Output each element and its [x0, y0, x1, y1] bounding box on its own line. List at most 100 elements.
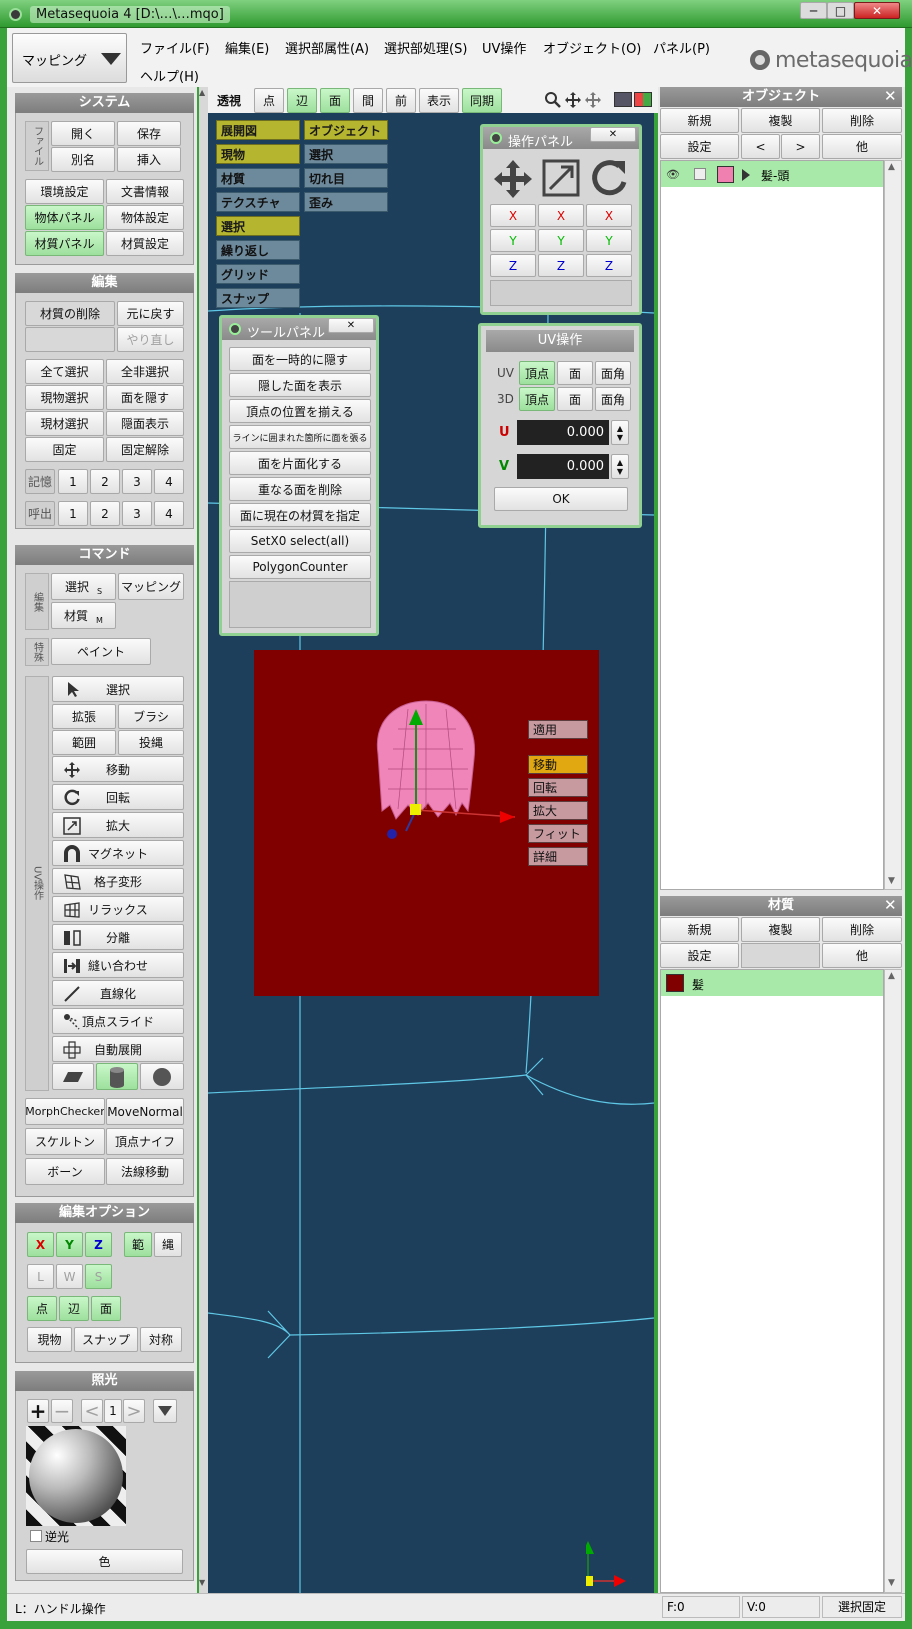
visibility-eye-icon[interactable]: 👁: [666, 168, 680, 181]
float-scale-button[interactable]: 拡大: [528, 801, 588, 820]
light-color-button[interactable]: 色: [26, 1549, 183, 1574]
mapping-command-button[interactable]: マッピング: [118, 573, 184, 600]
undo-button[interactable]: 元に戻す: [117, 301, 184, 326]
scroll-down-arrow[interactable]: ▼: [199, 1578, 205, 1587]
snap-toggle[interactable]: スナップ: [74, 1327, 138, 1352]
object-settings-button-right[interactable]: 設定: [660, 134, 739, 159]
tab-face[interactable]: 面: [320, 88, 350, 113]
material-settings-button[interactable]: 材質設定: [106, 231, 184, 256]
menu-item-uv[interactable]: UV操作: [482, 38, 526, 57]
env-settings-button[interactable]: 環境設定: [25, 179, 104, 204]
axis-y-toggle[interactable]: Y: [56, 1232, 83, 1257]
tool-hide-temp[interactable]: 面を一時的に隠す: [229, 347, 371, 371]
view-select[interactable]: 選択: [216, 216, 300, 236]
apply-button[interactable]: 適用: [528, 720, 588, 739]
tab-point[interactable]: 点: [254, 88, 284, 113]
tool-show-hidden[interactable]: 隠した面を表示: [229, 373, 371, 397]
memory-4-button[interactable]: 4: [154, 469, 184, 494]
current-object-toggle[interactable]: 現物: [27, 1327, 72, 1352]
uv-ok-button[interactable]: OK: [494, 487, 628, 511]
3d-corner-toggle[interactable]: 面角: [595, 387, 631, 411]
u-stepper[interactable]: ▲ ▼: [611, 420, 629, 445]
memory-2-button[interactable]: 2: [90, 469, 120, 494]
object-panel-close[interactable]: ✕: [884, 87, 897, 105]
object-other-button[interactable]: 他: [822, 134, 902, 159]
float-rotate-button[interactable]: 回転: [528, 778, 588, 797]
tool-single-side[interactable]: 面を片面化する: [229, 451, 371, 475]
paint-button[interactable]: ペイント: [51, 638, 151, 665]
brush-button[interactable]: ブラシ: [118, 704, 184, 729]
scale-button[interactable]: 拡大: [52, 812, 184, 838]
view-seam[interactable]: 切れ目: [304, 168, 388, 188]
memory-3-button[interactable]: 3: [122, 469, 152, 494]
tab-perspective[interactable]: 透視: [212, 88, 246, 113]
material-command-button[interactable]: 材質 M: [51, 602, 116, 629]
material-list-scrollbar[interactable]: [884, 969, 902, 1593]
menu-item-object[interactable]: オブジェクト(O): [543, 38, 641, 57]
menu-item-panel[interactable]: パネル(P): [653, 38, 710, 57]
recall-1-button[interactable]: 1: [58, 501, 88, 526]
auto-unwrap-button[interactable]: 自動展開: [52, 1036, 184, 1062]
uv-select-button[interactable]: 選択: [52, 676, 184, 702]
object-duplicate-button[interactable]: 複製: [741, 108, 820, 133]
tool-align-vertex[interactable]: 頂点の位置を揃える: [229, 399, 371, 423]
move-normal-button[interactable]: MoveNormal: [106, 1098, 184, 1125]
split-button[interactable]: 分離: [52, 924, 184, 950]
unfix-button[interactable]: 固定解除: [106, 437, 184, 462]
view-snap[interactable]: スナップ: [216, 288, 300, 308]
operation-panel-close[interactable]: ✕: [590, 127, 636, 142]
tool-setx0[interactable]: SetX0 select(all): [229, 529, 371, 553]
redo-button[interactable]: やり直し: [117, 327, 184, 352]
expand-triangle-icon[interactable]: [742, 169, 750, 181]
select-all-button[interactable]: 全て選択: [25, 359, 104, 384]
float-fit-button[interactable]: フィット: [528, 824, 588, 843]
menu-item-process[interactable]: 選択部処理(S): [384, 38, 467, 57]
vertex-knife-button[interactable]: 頂点ナイフ: [106, 1128, 184, 1155]
material-panel-close[interactable]: ✕: [884, 896, 897, 914]
color-layout-icon[interactable]: [634, 92, 652, 107]
view-material[interactable]: 材質: [216, 168, 300, 188]
op-move-icon[interactable]: [492, 158, 534, 200]
world-toggle[interactable]: W: [56, 1264, 83, 1289]
next-light-button[interactable]: >: [123, 1399, 145, 1423]
viewport-scrollbar[interactable]: [199, 87, 208, 1593]
sphere-projection-button[interactable]: [140, 1063, 184, 1090]
view-distortion[interactable]: 歪み: [304, 192, 388, 212]
float-detail-button[interactable]: 詳細: [528, 847, 588, 866]
mode-selector[interactable]: マッピング: [12, 33, 127, 83]
save-as-button[interactable]: 別名: [51, 147, 115, 172]
rotate-button[interactable]: 回転: [52, 784, 184, 810]
tool-delete-overlap[interactable]: 重なる面を削除: [229, 477, 371, 501]
uv-vertex-toggle[interactable]: 頂点: [519, 361, 555, 385]
tab-sync[interactable]: 同期: [462, 88, 502, 113]
doc-info-button[interactable]: 文書情報: [106, 179, 184, 204]
vertex-slide-button[interactable]: 頂点スライド: [52, 1008, 184, 1034]
material-other-button[interactable]: 他: [822, 943, 902, 968]
tab-edge[interactable]: 辺: [287, 88, 317, 113]
tool-polygon-counter[interactable]: PolygonCounter: [229, 555, 371, 579]
maximize-button[interactable]: □: [827, 2, 854, 19]
lasso-button[interactable]: 投縄: [118, 730, 184, 755]
point-toggle[interactable]: 点: [27, 1296, 57, 1321]
move-button[interactable]: 移動: [52, 756, 184, 782]
open-button[interactable]: 開く: [51, 121, 115, 146]
close-window-button[interactable]: ✕: [854, 2, 900, 19]
v-stepper[interactable]: ▲ ▼: [611, 454, 629, 479]
object-panel-button[interactable]: 物体パネル: [25, 205, 104, 230]
op-scale-z[interactable]: Z: [538, 254, 584, 277]
straighten-button[interactable]: 直線化: [52, 980, 184, 1006]
view-selection[interactable]: 選択: [304, 144, 388, 164]
view-repeat[interactable]: 繰り返し: [216, 240, 300, 260]
insert-button[interactable]: 挿入: [117, 147, 181, 172]
material-scroll-up[interactable]: ▲: [888, 971, 895, 981]
tool-fill-face[interactable]: ラインに囲まれた箇所に面を張る: [229, 425, 371, 449]
op-move-y[interactable]: Y: [490, 229, 536, 252]
axis-z-toggle[interactable]: Z: [85, 1232, 112, 1257]
prev-light-button[interactable]: <: [81, 1399, 103, 1423]
object-new-button[interactable]: 新規: [660, 108, 739, 133]
axis-x-toggle[interactable]: X: [27, 1232, 54, 1257]
view-grid[interactable]: グリッド: [216, 264, 300, 284]
view-unwrap[interactable]: 展開図: [216, 120, 300, 140]
object-next-button[interactable]: >: [781, 134, 820, 159]
recall-2-button[interactable]: 2: [90, 501, 120, 526]
